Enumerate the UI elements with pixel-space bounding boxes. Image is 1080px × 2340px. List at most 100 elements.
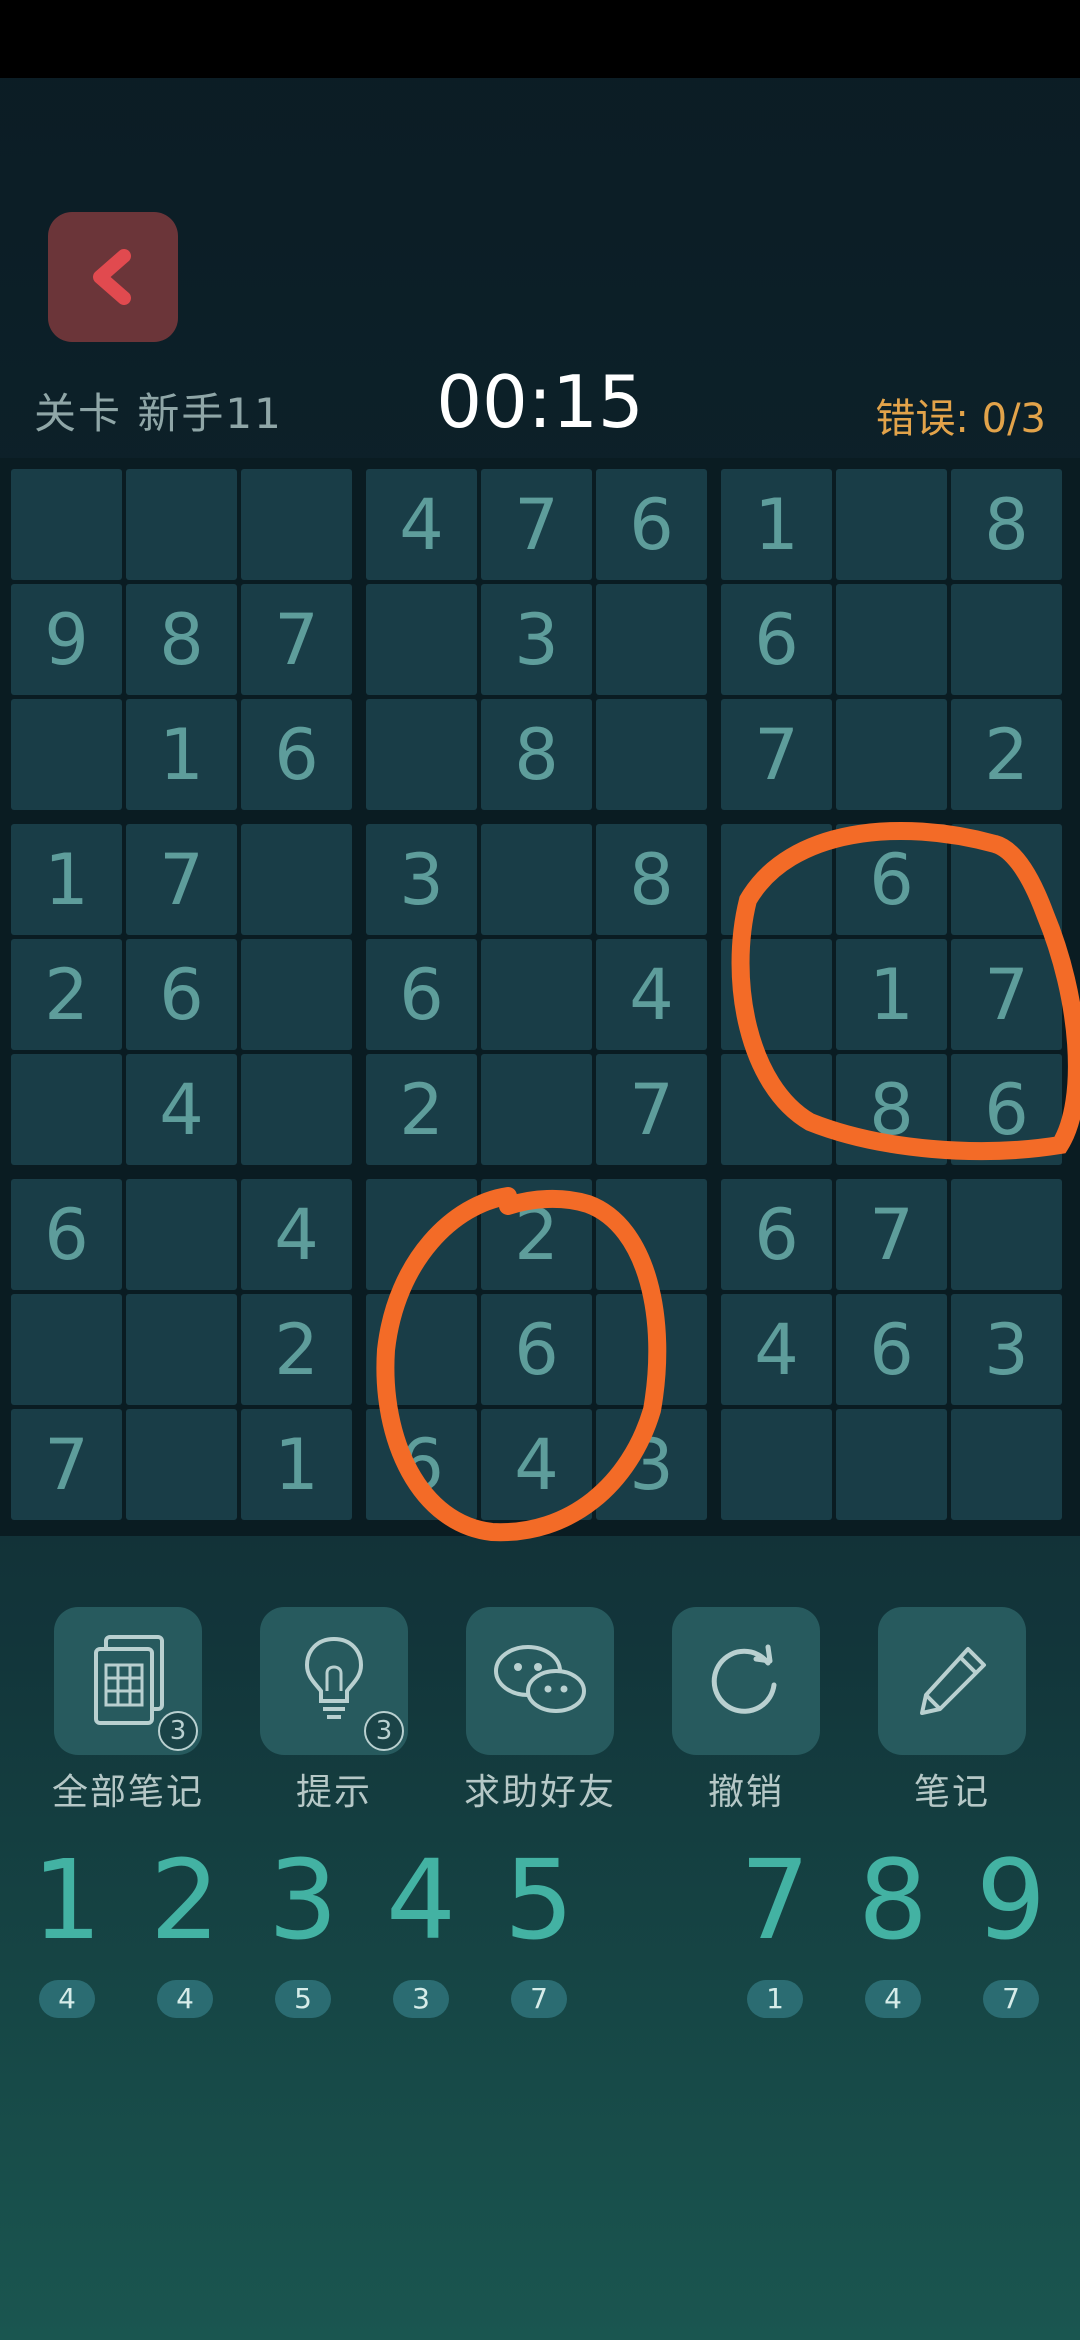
number-key-1[interactable]: 1 4: [12, 1840, 122, 2018]
board-cell-r4-c6[interactable]: 8: [596, 824, 707, 935]
board-cell-r7-c5[interactable]: 2: [481, 1179, 592, 1290]
back-button[interactable]: [48, 212, 178, 342]
board-cell-r9-c6[interactable]: 3: [596, 1409, 707, 1520]
board-cell-r4-c1[interactable]: 1: [11, 824, 122, 935]
board-cell-r7-c1[interactable]: 6: [11, 1179, 122, 1290]
board-cell-r5-c6[interactable]: 4: [596, 939, 707, 1050]
board-cell-r3-c5[interactable]: 8: [481, 699, 592, 810]
board-cell-r7-c2[interactable]: [126, 1179, 237, 1290]
board-cell-r1-c6[interactable]: 6: [596, 469, 707, 580]
board-cell-r3-c7[interactable]: 7: [721, 699, 832, 810]
board-cell-r1-c3[interactable]: [241, 469, 352, 580]
board-cell-r6-c7[interactable]: [721, 1054, 832, 1165]
board-cell-r3-c1[interactable]: [11, 699, 122, 810]
board-cell-r8-c9[interactable]: 3: [951, 1294, 1062, 1405]
board-cell-r9-c3[interactable]: 1: [241, 1409, 352, 1520]
board-cell-r8-c1[interactable]: [11, 1294, 122, 1405]
notes-all-button[interactable]: 3 全部笔记: [52, 1607, 202, 1813]
number-key-8[interactable]: 8 4: [838, 1840, 948, 2018]
number-key-9[interactable]: 9 7: [956, 1840, 1066, 2018]
number-key-3[interactable]: 3 5: [248, 1840, 358, 2018]
notes-button[interactable]: 笔记: [878, 1607, 1026, 1813]
board-cell-r2-c5[interactable]: 3: [481, 584, 592, 695]
board-cell-r5-c8[interactable]: 1: [836, 939, 947, 1050]
ask-friend-button[interactable]: 求助好友: [464, 1607, 614, 1813]
board-cell-r9-c2[interactable]: [126, 1409, 237, 1520]
board-cell-r5-c2[interactable]: 6: [126, 939, 237, 1050]
board-cell-r5-c1[interactable]: 2: [11, 939, 122, 1050]
board-cell-r9-c9[interactable]: [951, 1409, 1062, 1520]
board-cell-r7-c4[interactable]: [366, 1179, 477, 1290]
board-cell-r5-c3[interactable]: [241, 939, 352, 1050]
board-cell-r3-c2[interactable]: 1: [126, 699, 237, 810]
board-cell-r7-c8[interactable]: 7: [836, 1179, 947, 1290]
board-cell-r8-c5[interactable]: 6: [481, 1294, 592, 1405]
board-cell-r4-c5[interactable]: [481, 824, 592, 935]
board-cell-r6-c4[interactable]: 2: [366, 1054, 477, 1165]
board-cell-r7-c7[interactable]: 6: [721, 1179, 832, 1290]
number-key-digit: 3: [268, 1836, 338, 1964]
board-cell-r3-c9[interactable]: 2: [951, 699, 1062, 810]
mistakes-label: 错误:: [875, 396, 969, 442]
board-cell-r4-c3[interactable]: [241, 824, 352, 935]
board-cell-r8-c2[interactable]: [126, 1294, 237, 1405]
board-cell-r1-c5[interactable]: 7: [481, 469, 592, 580]
board-cell-r2-c2[interactable]: 8: [126, 584, 237, 695]
board-cell-r2-c1[interactable]: 9: [11, 584, 122, 695]
board-cell-r6-c8[interactable]: 8: [836, 1054, 947, 1165]
board-cell-r8-c7[interactable]: 4: [721, 1294, 832, 1405]
board-cell-r8-c4[interactable]: [366, 1294, 477, 1405]
board-cell-r2-c7[interactable]: 6: [721, 584, 832, 695]
sudoku-grid: 4761898736168721738626641742786642672646…: [0, 458, 1080, 1536]
board-cell-r9-c8[interactable]: [836, 1409, 947, 1520]
board-cell-r4-c7[interactable]: [721, 824, 832, 935]
board-cell-r1-c7[interactable]: 1: [721, 469, 832, 580]
board-cell-r6-c1[interactable]: [11, 1054, 122, 1165]
board-cell-r8-c3[interactable]: 2: [241, 1294, 352, 1405]
board-cell-r8-c6[interactable]: [596, 1294, 707, 1405]
board-cell-r9-c7[interactable]: [721, 1409, 832, 1520]
board-cell-r4-c2[interactable]: 7: [126, 824, 237, 935]
board-cell-r6-c6[interactable]: 7: [596, 1054, 707, 1165]
board-cell-r1-c2[interactable]: [126, 469, 237, 580]
board-cell-r9-c5[interactable]: 4: [481, 1409, 592, 1520]
board-cell-r5-c9[interactable]: 7: [951, 939, 1062, 1050]
board-cell-r1-c1[interactable]: [11, 469, 122, 580]
board-cell-r6-c3[interactable]: [241, 1054, 352, 1165]
board-cell-r3-c3[interactable]: 6: [241, 699, 352, 810]
board-cell-r3-c4[interactable]: [366, 699, 477, 810]
board-cell-r4-c4[interactable]: 3: [366, 824, 477, 935]
board-cell-r5-c4[interactable]: 6: [366, 939, 477, 1050]
board-cell-r6-c9[interactable]: 6: [951, 1054, 1062, 1165]
board-cell-r7-c3[interactable]: 4: [241, 1179, 352, 1290]
hint-button[interactable]: 3 提示: [260, 1607, 408, 1813]
board-cell-r7-c9[interactable]: [951, 1179, 1062, 1290]
board-cell-r3-c8[interactable]: [836, 699, 947, 810]
board-cell-r2-c9[interactable]: [951, 584, 1062, 695]
board-cell-r2-c8[interactable]: [836, 584, 947, 695]
undo-button[interactable]: 撤销: [672, 1607, 820, 1813]
board-cell-r7-c6[interactable]: [596, 1179, 707, 1290]
number-key-7[interactable]: 7 1: [720, 1840, 830, 2018]
board-cell-r9-c1[interactable]: 7: [11, 1409, 122, 1520]
board-cell-r1-c9[interactable]: 8: [951, 469, 1062, 580]
board-cell-r8-c8[interactable]: 6: [836, 1294, 947, 1405]
board-cell-r4-c8[interactable]: 6: [836, 824, 947, 935]
number-key-4[interactable]: 4 3: [366, 1840, 476, 2018]
board-cell-r9-c4[interactable]: 6: [366, 1409, 477, 1520]
board-cell-r4-c9[interactable]: [951, 824, 1062, 935]
number-key-count: 4: [39, 1980, 95, 2018]
board-cell-r3-c6[interactable]: [596, 699, 707, 810]
board-cell-r1-c8[interactable]: [836, 469, 947, 580]
number-key-2[interactable]: 2 4: [130, 1840, 240, 2018]
board-cell-r5-c7[interactable]: [721, 939, 832, 1050]
number-key-5[interactable]: 5 7: [484, 1840, 594, 2018]
board-cell-r6-c5[interactable]: [481, 1054, 592, 1165]
board-cell-r5-c5[interactable]: [481, 939, 592, 1050]
board-cell-r2-c3[interactable]: 7: [241, 584, 352, 695]
board-cell-r1-c4[interactable]: 4: [366, 469, 477, 580]
number-key-digit: 9: [976, 1836, 1046, 1964]
board-cell-r2-c4[interactable]: [366, 584, 477, 695]
board-cell-r6-c2[interactable]: 4: [126, 1054, 237, 1165]
board-cell-r2-c6[interactable]: [596, 584, 707, 695]
